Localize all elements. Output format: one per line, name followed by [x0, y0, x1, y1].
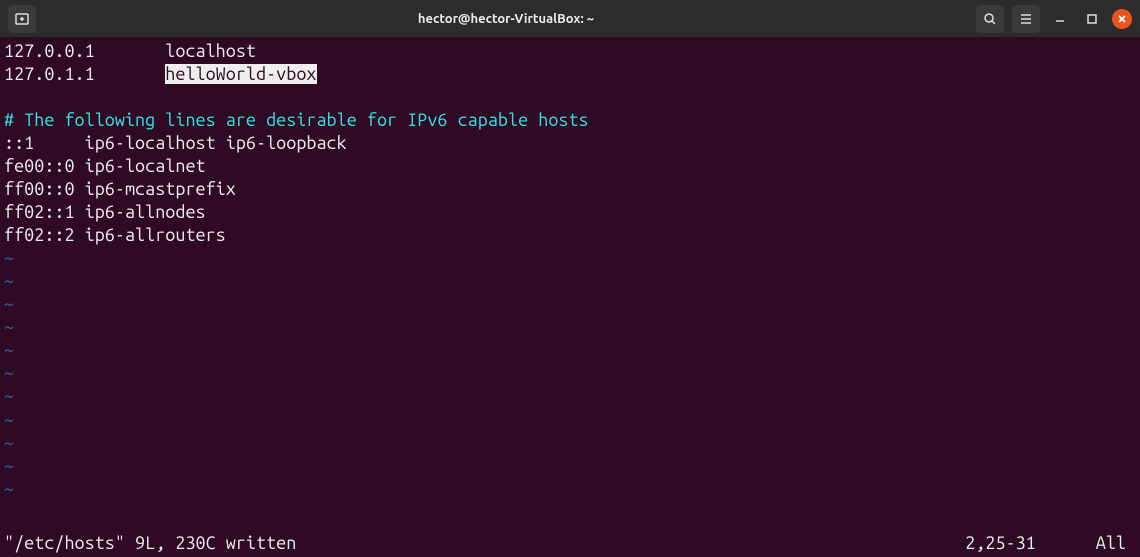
- search-button[interactable]: [976, 5, 1004, 33]
- empty-line-tilde: ~: [4, 409, 1136, 432]
- file-line: fe00::0 ip6-localnet: [4, 155, 1136, 178]
- file-line: # The following lines are desirable for …: [4, 109, 1136, 132]
- vim-statusline: "/etc/hosts" 9L, 230C written 2,25-31 Al…: [4, 532, 1136, 555]
- terminal-content: 127.0.0.1 localhost127.0.1.1 helloWorld-…: [4, 40, 1136, 532]
- status-file: "/etc/hosts" 9L, 230C written: [4, 532, 296, 555]
- empty-line-tilde: ~: [4, 339, 1136, 362]
- file-line: ff02::2 ip6-allrouters: [4, 224, 1136, 247]
- terminal-area[interactable]: 127.0.0.1 localhost127.0.1.1 helloWorld-…: [0, 38, 1140, 557]
- empty-line-tilde: ~: [4, 316, 1136, 339]
- window-title: hector@hector-VirtualBox: ~: [44, 12, 968, 26]
- empty-line-tilde: ~: [4, 293, 1136, 316]
- status-scroll: All: [1096, 532, 1126, 555]
- titlebar-left: [8, 5, 36, 33]
- titlebar: hector@hector-VirtualBox: ~: [0, 0, 1140, 38]
- status-position: 2,25-31: [965, 532, 1036, 555]
- empty-line-tilde: ~: [4, 270, 1136, 293]
- empty-line-tilde: ~: [4, 478, 1136, 501]
- close-button[interactable]: [1112, 9, 1132, 29]
- titlebar-right: [976, 5, 1132, 33]
- file-line: [4, 86, 1136, 109]
- empty-line-tilde: ~: [4, 455, 1136, 478]
- empty-line-tilde: ~: [4, 385, 1136, 408]
- menu-button[interactable]: [1012, 5, 1040, 33]
- new-tab-button[interactable]: [8, 5, 36, 33]
- maximize-button[interactable]: [1080, 7, 1104, 31]
- file-line: 127.0.0.1 localhost: [4, 40, 1136, 63]
- file-line: ff02::1 ip6-allnodes: [4, 201, 1136, 224]
- file-line: ff00::0 ip6-mcastprefix: [4, 178, 1136, 201]
- empty-line-tilde: ~: [4, 362, 1136, 385]
- minimize-button[interactable]: [1048, 7, 1072, 31]
- empty-line-tilde: ~: [4, 247, 1136, 270]
- file-line: 127.0.1.1 helloWorld-vbox: [4, 63, 1136, 86]
- empty-line-tilde: ~: [4, 432, 1136, 455]
- file-line: ::1 ip6-localhost ip6-loopback: [4, 132, 1136, 155]
